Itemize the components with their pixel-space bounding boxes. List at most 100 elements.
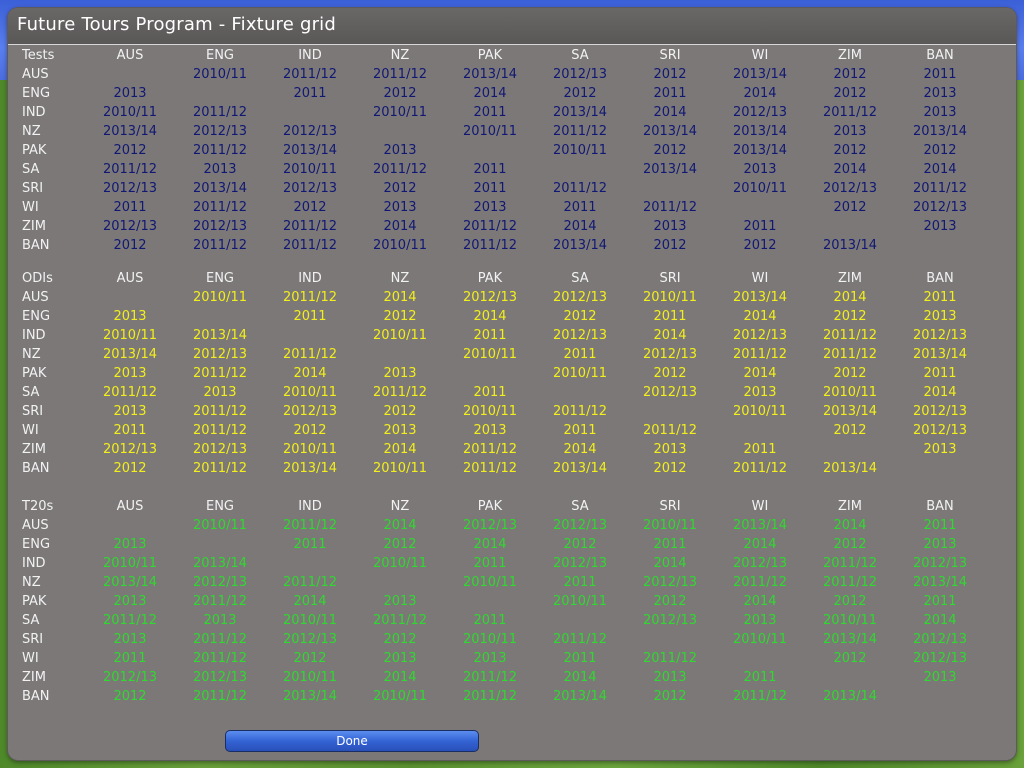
fixture-cell: 2011 [653,537,687,552]
fixture-cell: 2013 [653,670,687,685]
fixture-cell: 2011/12 [732,575,787,590]
fixture-cell: 2013/14 [552,238,607,253]
fixture-cell: 2011/12 [642,423,697,438]
column-header-wi: WI [751,48,769,63]
grid-header-row: Tests AUS ENG IND NZ PAK SA SRI WI ZIM BAN [8,46,1016,65]
fixture-cell: 2012/13 [912,328,967,343]
fixture-cell: 2013/14 [552,105,607,120]
fixture-cell: 2010/11 [282,670,337,685]
fixture-cell: 2012/13 [192,442,247,457]
fixture-cell: 2012 [833,651,867,666]
fixture-cell: 2011/12 [462,442,517,457]
fixture-cell: 2011/12 [192,632,247,647]
column-header-zim: ZIM [838,271,862,286]
fixture-cell: 2011 [923,594,957,609]
fixture-cell: 2011/12 [912,181,967,196]
column-header-sa: SA [571,499,589,514]
fixture-cell: 2012 [563,309,597,324]
fixture-cell: 2011 [563,575,597,590]
column-header-eng: ENG [205,48,234,63]
fixture-cell: 2012 [383,181,417,196]
fixture-cell: 2012 [833,423,867,438]
fixture-cell: 2012/13 [102,181,157,196]
fixture-cell: 2013 [113,309,147,324]
fixture-cell: 2011 [473,162,507,177]
fixture-cell: 2011 [113,423,147,438]
fixture-cell: 2011 [743,670,777,685]
row-header-ban: BAN [22,461,50,476]
fixture-cell: 2011 [923,67,957,82]
row-header-eng: ENG [22,309,51,324]
fixture-cell: 2012/13 [192,124,247,139]
fixture-cell: 2011/12 [372,385,427,400]
column-header-ind: IND [298,48,322,63]
fixture-cell: 2014 [383,219,417,234]
table-row: SA 2011/12 2013 2010/11 2011/12 2011 2012/13 20… [8,383,1016,402]
fixture-cell: 2013/14 [282,143,337,158]
table-row: PAK 2013 2011/12 2014 2013 2010/11 2012 2014 201… [8,592,1016,611]
column-header-sri: SRI [659,499,681,514]
table-row: PAK 2013 2011/12 2014 2013 2010/11 2012 2014 201… [8,364,1016,383]
row-header-pak: PAK [22,594,47,609]
table-row: WI 2011 2011/12 2012 2013 2013 2011 2011/12 2012… [8,649,1016,668]
fixture-cell: 2011/12 [282,67,337,82]
fixture-cell: 2014 [293,594,327,609]
fixture-cell: 2011/12 [192,105,247,120]
fixture-cell: 2014 [563,442,597,457]
fixture-cell: 2013 [113,366,147,381]
fixture-cell: 2011/12 [732,461,787,476]
column-header-nz: NZ [390,499,410,514]
fixture-grid-window: Future Tours Program - Fixture grid Test… [8,8,1016,760]
fixture-cell: 2011/12 [192,651,247,666]
fixture-cell: 2012 [113,461,147,476]
fixture-cell: 2014 [743,537,777,552]
fixture-cell: 2011 [473,613,507,628]
fixture-cell: 2011/12 [282,518,337,533]
grid-header-row: T20s AUS ENG IND NZ PAK SA SRI WI ZIM BAN [8,497,1016,516]
fixture-cell: 2013 [653,219,687,234]
fixture-cell: 2013 [203,613,237,628]
fixture-cell: 2010/11 [462,575,517,590]
fixture-cell: 2011 [113,651,147,666]
section-label: Tests [22,48,55,63]
fixture-cell: 2011/12 [282,290,337,305]
column-header-ind: IND [298,271,322,286]
fixture-cell: 2011 [563,423,597,438]
done-button[interactable]: Done [225,730,479,752]
fixture-cell: 2012/13 [282,181,337,196]
fixture-cell: 2012 [833,86,867,101]
fixture-cell: 2010/11 [102,105,157,120]
fixture-cell: 2011 [743,442,777,457]
fixture-cell: 2011 [473,328,507,343]
fixture-cell: 2010/11 [192,290,247,305]
row-header-zim: ZIM [22,670,46,685]
fixture-cell: 2013/14 [192,328,247,343]
fixture-cell: 2013 [113,594,147,609]
fixture-cell: 2012/13 [912,423,967,438]
fixture-cell: 2011/12 [192,461,247,476]
row-header-zim: ZIM [22,442,46,457]
fixture-cell: 2012/13 [462,290,517,305]
fixture-cell: 2011 [473,556,507,571]
fixture-cell: 2012/13 [732,328,787,343]
fixture-cell: 2010/11 [462,632,517,647]
title-bar: Future Tours Program - Fixture grid [8,8,1016,45]
table-row: IND 2010/11 2011/12 2010/11 2011 2013/14 2014 2… [8,103,1016,122]
fixture-cell: 2012 [833,143,867,158]
column-header-ban: BAN [926,499,954,514]
fixture-cell: 2013 [923,105,957,120]
fixture-cell: 2012/13 [642,575,697,590]
fixture-cell: 2013/14 [732,124,787,139]
column-header-wi: WI [751,499,769,514]
fixture-cell: 2010/11 [282,162,337,177]
fixture-cell: 2012 [653,461,687,476]
fixture-cell: 2011/12 [102,385,157,400]
row-header-sa: SA [22,385,40,400]
fixture-cell: 2013/14 [912,347,967,362]
row-header-pak: PAK [22,143,47,158]
row-header-pak: PAK [22,366,47,381]
fixture-cell: 2012 [833,200,867,215]
row-header-ind: IND [22,328,46,343]
fixture-cell: 2012 [833,309,867,324]
table-row: ZIM 2012/13 2012/13 2010/11 2014 2011/12 2014 2… [8,440,1016,459]
